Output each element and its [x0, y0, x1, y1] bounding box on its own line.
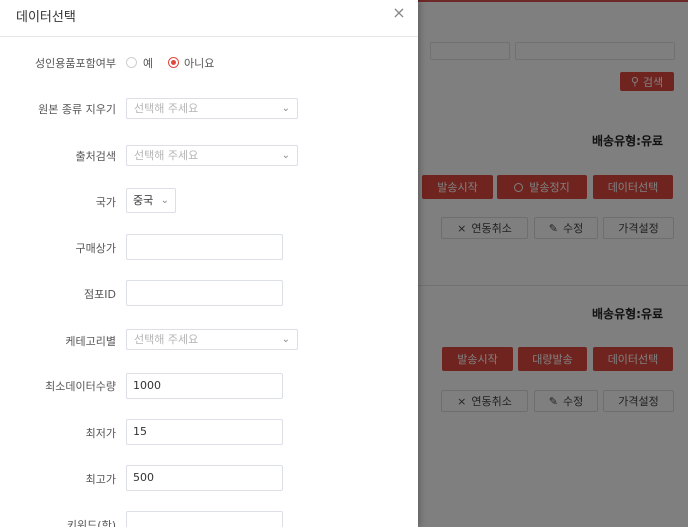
radio-yes[interactable]	[126, 57, 137, 68]
shop-id-input[interactable]	[126, 280, 283, 306]
chevron-down-icon: ⌄	[281, 334, 290, 345]
original-type-label: 원본 종류 지우기	[38, 103, 116, 116]
category-select[interactable]: 선택해 주세요 ⌄	[126, 329, 298, 350]
chevron-down-icon: ⌄	[160, 195, 169, 206]
drawer-header: 데이터선택 ×	[0, 0, 418, 37]
adult-goods-label: 성인용품포함여부	[35, 57, 116, 70]
min-price-input[interactable]: 15	[126, 419, 283, 445]
min-count-label: 최소데이터수량	[45, 380, 116, 393]
source-search-select[interactable]: 선택해 주세요 ⌄	[126, 145, 298, 166]
drawer-title: 데이터선택	[16, 10, 76, 25]
data-select-drawer: 데이터선택 × 성인용품포함여부 예 아니요 원본 종류 지우기 선택해 주세요…	[0, 0, 418, 527]
country-label: 국가	[95, 196, 116, 209]
min-price-label: 최저가	[85, 427, 116, 440]
buyer-label: 구매상가	[75, 242, 116, 255]
original-type-select[interactable]: 선택해 주세요 ⌄	[126, 98, 298, 119]
source-search-label: 출처검색	[75, 150, 116, 163]
category-label: 케테고리별	[65, 335, 116, 348]
chevron-down-icon: ⌄	[281, 103, 290, 114]
shop-id-label: 점포ID	[84, 288, 116, 301]
keyword-label: 키워드(한)	[66, 519, 116, 527]
close-icon[interactable]: ×	[392, 5, 406, 21]
buyer-input[interactable]	[126, 234, 283, 260]
max-price-label: 최고가	[85, 473, 116, 486]
radio-no[interactable]	[168, 57, 179, 68]
chevron-down-icon: ⌄	[281, 150, 290, 161]
radio-yes-label: 예	[143, 57, 154, 70]
country-select[interactable]: 중국 ⌄	[126, 188, 176, 213]
min-count-input[interactable]: 1000	[126, 373, 283, 399]
max-price-input[interactable]: 500	[126, 465, 283, 491]
radio-no-label: 아니요	[184, 57, 215, 70]
keyword-input[interactable]	[126, 511, 283, 527]
